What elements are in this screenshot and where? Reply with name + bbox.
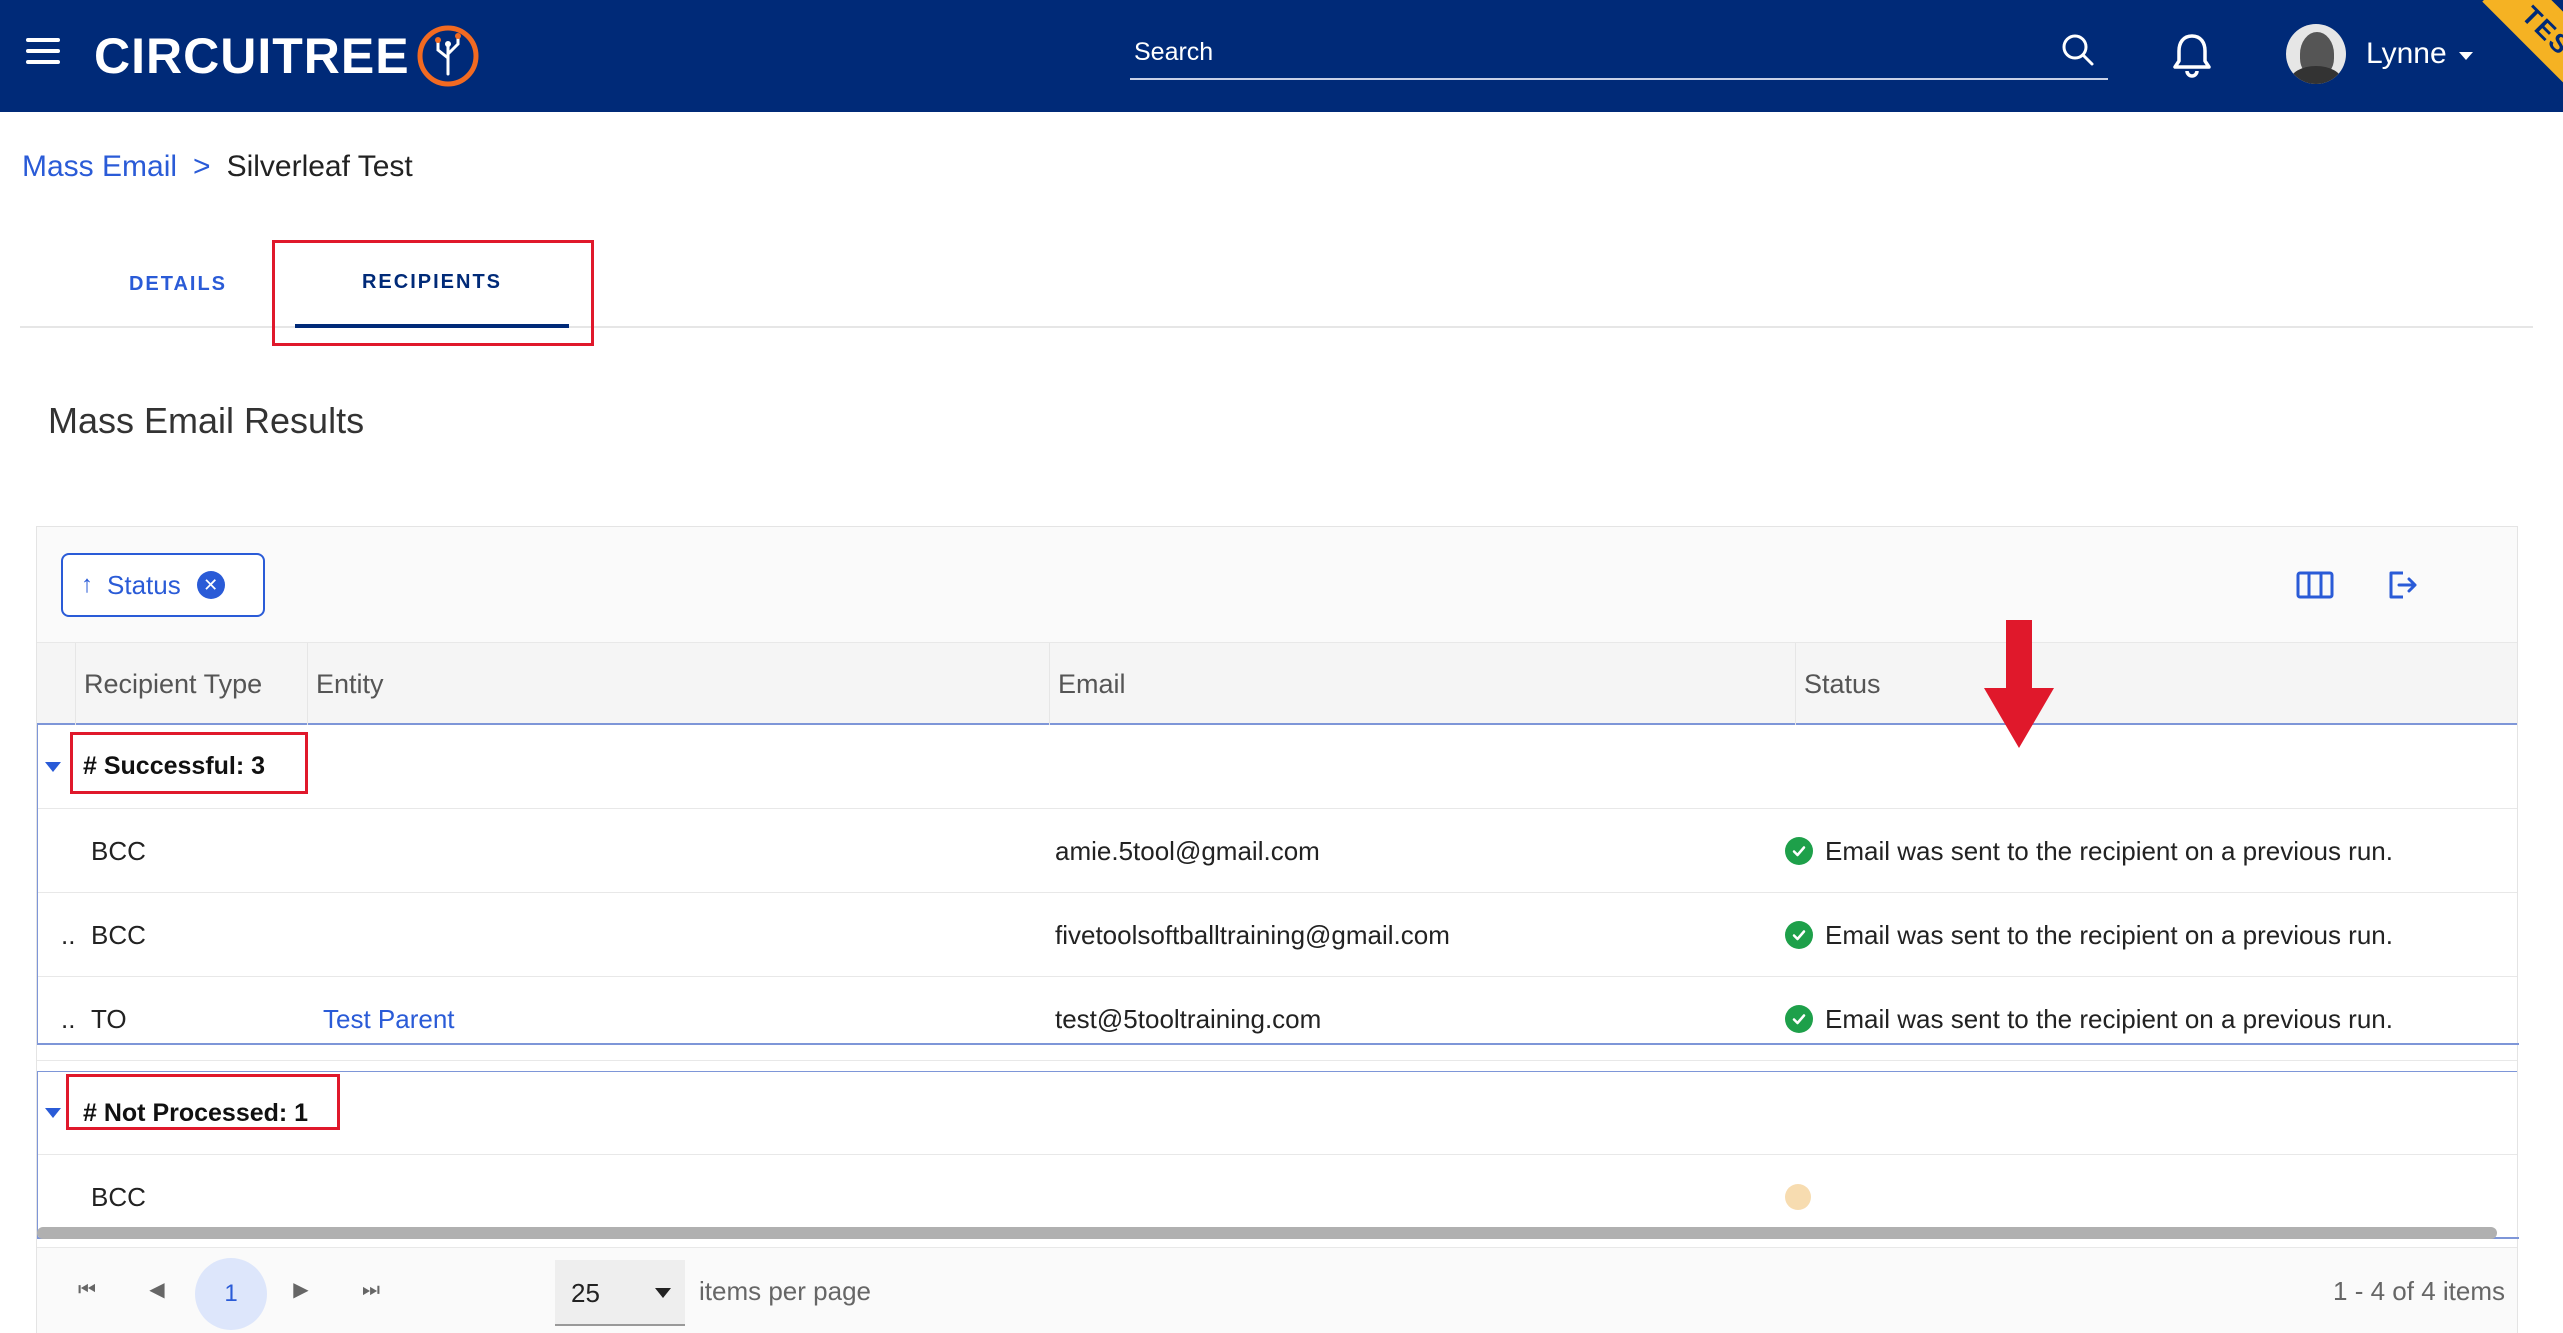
page-number-button[interactable]: 1	[195, 1258, 267, 1330]
cell-status: Email was sent to the recipient on a pre…	[1785, 893, 2393, 977]
group-chip-label: Status	[107, 569, 181, 600]
red-arrow-annotation-icon	[1984, 620, 2054, 748]
global-search	[1130, 28, 2108, 80]
cell-email: test@5tooltraining.com	[1055, 1004, 1322, 1034]
cell-recipient-type: BCC	[91, 920, 146, 950]
tree-circuit-logo-icon	[417, 25, 479, 87]
check-circle-icon	[1785, 837, 1813, 865]
column-header-status[interactable]: Status	[1795, 643, 2507, 725]
pending-dot-icon	[1785, 1184, 1811, 1210]
previous-page-icon[interactable]: ◀	[137, 1270, 177, 1310]
cell-email: amie.5tool@gmail.com	[1055, 836, 1320, 866]
check-circle-icon	[1785, 1005, 1813, 1033]
next-page-icon[interactable]: ▶	[281, 1270, 321, 1310]
group-label: # Successful: 3	[83, 752, 266, 780]
collapse-group-icon[interactable]	[45, 1108, 61, 1118]
breadcrumb: Mass Email > Silverleaf Test	[22, 150, 413, 184]
top-app-bar: CIRCUITREE Lynne TEST	[0, 0, 2563, 112]
cell-email: fivetoolsoftballtraining@gmail.com	[1055, 920, 1450, 950]
breadcrumb-mass-email-link[interactable]: Mass Email	[22, 150, 177, 184]
tab-details[interactable]: DETAILS	[80, 240, 276, 328]
column-header-recipient-type[interactable]: Recipient Type	[75, 643, 307, 725]
status-text: Email was sent to the recipient on a pre…	[1825, 920, 2393, 950]
grid-toolbar: ↑ Status ✕	[37, 527, 2517, 643]
table-row[interactable]: .. TO Test Parent test@5tooltraining.com…	[37, 977, 2517, 1061]
search-input[interactable]	[1134, 28, 2014, 76]
export-icon[interactable]	[2381, 565, 2421, 605]
grid-header-row: Recipient Type Entity Email Status	[37, 643, 2517, 725]
notifications-bell-icon[interactable]	[2166, 28, 2218, 80]
group-row-successful[interactable]: # Successful: 3	[37, 725, 2517, 809]
group-row-not-processed[interactable]: # Not Processed: 1	[37, 1071, 2517, 1155]
user-menu[interactable]: Lynne	[2286, 22, 2473, 86]
brand-name: CIRCUITREE	[94, 28, 410, 84]
horizontal-scrollbar[interactable]	[37, 1227, 2497, 1239]
remove-group-icon[interactable]: ✕	[196, 571, 225, 599]
group-by-status-chip[interactable]: ↑ Status ✕	[61, 553, 265, 617]
breadcrumb-current: Silverleaf Test	[226, 150, 413, 183]
table-row[interactable]: BCC amie.5tool@gmail.com Email was sent …	[37, 809, 2517, 893]
menu-icon[interactable]	[26, 38, 60, 64]
pager-info: 1 - 4 of 4 items	[2333, 1276, 2505, 1306]
row-prefix: ..	[61, 1004, 76, 1034]
column-header-entity[interactable]: Entity	[307, 643, 1049, 725]
row-prefix: ..	[61, 920, 76, 950]
page-size-select[interactable]: 25	[555, 1260, 685, 1326]
page-size-label: items per page	[699, 1276, 871, 1306]
chevron-down-icon	[2458, 52, 2473, 60]
column-header-email[interactable]: Email	[1049, 643, 1795, 725]
recipients-grid: ↑ Status ✕ Recipient Type Entity Email S…	[36, 526, 2519, 1333]
breadcrumb-separator: >	[193, 150, 211, 183]
grid-pager: ⏮ ◀ 1 ▶ ⏭ 25 items per page 1 - 4 of 4 i…	[37, 1247, 2517, 1333]
cell-status: Email was sent to the recipient on a pre…	[1785, 977, 2393, 1061]
tab-recipients[interactable]: RECIPIENTS	[295, 240, 569, 328]
cell-recipient-type: TO	[91, 1004, 127, 1034]
collapse-group-icon[interactable]	[45, 761, 61, 772]
environment-badge: TEST	[2482, 0, 2563, 108]
column-chooser-icon[interactable]	[2295, 567, 2335, 603]
user-name: Lynne	[2366, 37, 2447, 70]
chevron-down-icon	[655, 1288, 671, 1298]
cell-status: Email was sent to the recipient on a pre…	[1785, 809, 2393, 893]
search-icon[interactable]	[2058, 30, 2098, 70]
sort-ascending-icon: ↑	[81, 571, 93, 598]
status-text: Email was sent to the recipient on a pre…	[1825, 1004, 2393, 1034]
check-circle-icon	[1785, 921, 1813, 949]
avatar	[2286, 24, 2346, 84]
cell-recipient-type: BCC	[91, 836, 146, 866]
page-size-value: 25	[571, 1278, 600, 1308]
status-text: Email was sent to the recipient on a pre…	[1825, 836, 2393, 866]
table-row[interactable]: .. BCC fivetoolsoftballtraining@gmail.co…	[37, 893, 2517, 977]
page-title: Mass Email Results	[48, 400, 365, 441]
last-page-icon[interactable]: ⏭	[351, 1270, 391, 1310]
brand-logo[interactable]: CIRCUITREE	[94, 22, 480, 90]
tab-bar: DETAILS RECIPIENTS	[20, 240, 2533, 328]
cell-entity-link[interactable]: Test Parent	[323, 977, 455, 1061]
first-page-icon[interactable]: ⏮	[67, 1270, 107, 1310]
group-label: # Not Processed: 1	[83, 1098, 309, 1127]
